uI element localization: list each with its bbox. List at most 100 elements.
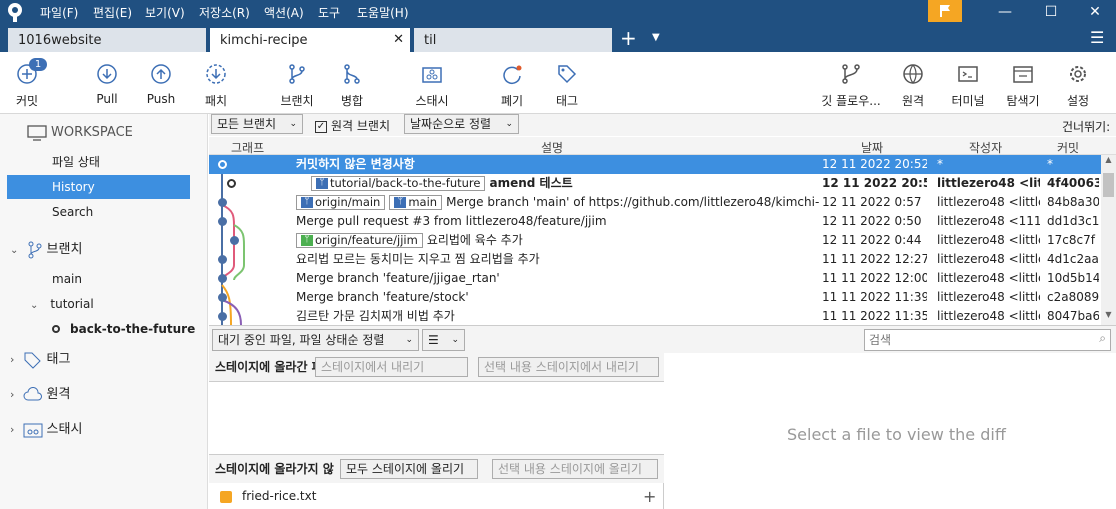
menu-actions[interactable]: 액션(A) [264,4,304,21]
stage-all-button[interactable]: 모두 스테이지에 올리기 [340,459,478,479]
new-tab-icon[interactable]: + [620,26,637,50]
tab-bar: 1016website kimchi-recipe ✕ til + ▼ ☰ [0,24,1116,52]
scroll-down-icon[interactable]: ▼ [1103,310,1114,324]
terminal-button[interactable]: 터미널 [938,62,998,109]
hamburger-menu-icon[interactable]: ☰ [1090,28,1104,47]
tag-button[interactable]: 태그 [537,62,597,109]
commit-description: ᛘ origin/feature/jjim 요리법에 육수 추가 [296,231,819,250]
unstage-button[interactable]: 스테이지에서 내리기 [315,357,468,377]
discard-button[interactable]: 폐기 [482,62,542,109]
settings-button[interactable]: 설정 [1048,62,1108,109]
sidebar-section-stashes[interactable]: › 스태시 [0,418,208,442]
col-description[interactable]: 설명 [541,139,563,156]
explorer-button[interactable]: 탐색기 [993,62,1053,109]
tab-kimchi-recipe[interactable]: kimchi-recipe ✕ [210,28,410,52]
terminal-icon [958,66,978,82]
scroll-up-icon[interactable]: ▲ [1103,155,1114,173]
commit-row[interactable]: ᛘ origin/feature/jjim 요리법에 육수 추가 12 11 2022… [209,231,1101,250]
commit-row[interactable]: ᛘ tutorial/back-to-the-future amend 테스트 12 … [209,174,1101,193]
menu-tools[interactable]: 도구 [318,4,340,21]
commit-row[interactable]: ᛘ origin/main ᛘ main Merge branch 'main' of … [209,193,1101,212]
sort-dropdown[interactable]: 날짜순으로 정렬 ⌄ [404,114,519,134]
pending-files-dropdown[interactable]: 대기 중인 파일, 파일 상태순 정렬 ⌄ [212,329,419,351]
commit-row[interactable]: 요리법 모르는 동치미는 지우고 찜 요리법을 추가 11 11 2022 12:… [209,250,1101,269]
sidebar-section-tags[interactable]: › 태그 [0,348,208,372]
branch-ref-label[interactable]: ᛘ origin/main [296,195,386,210]
fetch-label: 패치 [204,94,228,108]
tab-dropdown-icon[interactable]: ▼ [652,32,660,43]
scroll-thumb[interactable] [1103,173,1114,197]
commit-author: littlezero48 <littlez [937,290,1040,304]
stage-file-icon[interactable]: + [643,484,656,509]
flag-button[interactable] [928,0,962,22]
view-options-dropdown[interactable]: ☰ ⌄ [422,329,465,351]
sidebar-item-search[interactable]: Search [0,200,208,224]
pull-button[interactable]: Pull [77,62,137,106]
minimize-button[interactable]: — [982,0,1028,24]
history-label: History [52,180,95,194]
menu-file[interactable]: 파일(F) [40,4,78,21]
commit-label: 커밋 [15,94,39,108]
staging-panel: 스테이지에 올라간 파일 스테이지에서 내리기 선택 내용 스테이지에서 내리기… [209,353,664,509]
sidebar-item-branch-tutorial[interactable]: ⌄ tutorial [0,292,208,316]
tab-til[interactable]: til [414,28,612,52]
chevron-down-icon: ⌄ [10,245,19,256]
unstaged-file-item[interactable]: fried-rice.txt + [209,484,664,509]
commit-row[interactable]: 커밋하지 않은 변경사항 12 11 2022 20:52 * * [209,155,1101,174]
close-tab-icon[interactable]: ✕ [393,32,404,47]
stage-selected-button[interactable]: 선택 내용 스테이지에 올리기 [492,459,658,479]
stash-button[interactable]: 스태시 [402,62,462,109]
tab-1016website[interactable]: 1016website [8,28,206,52]
search-input[interactable] [865,330,1085,350]
commit-row[interactable]: Merge branch 'feature/stock' 11 11 2022 1… [209,288,1101,307]
tag-icon [558,65,577,84]
commit-button[interactable]: 커밋 1 [0,58,57,109]
sidebar-section-branches[interactable]: ⌄ 브랜치 [0,238,208,262]
sidebar-item-history[interactable]: History [7,175,190,199]
remote-branches-checkbox[interactable]: ✓ 원격 브랜치 [315,117,390,134]
commit-row[interactable]: Merge branch 'feature/jjigae_rtan' 11 11 … [209,269,1101,288]
branch-current-label: back-to-the-future [70,322,196,336]
branches-label: 브랜치 [46,242,83,257]
commit-author: littlezero48 <littlez [937,233,1040,247]
commit-node-icon [218,293,227,302]
col-date[interactable]: 날짜 [861,139,883,156]
sidebar-item-branch-current[interactable]: back-to-the-future [0,317,208,341]
close-window-button[interactable]: ✕ [1072,0,1116,24]
discard-label: 폐기 [500,94,524,108]
file-status-label: 파일 상태 [52,155,100,169]
branch-button[interactable]: 브랜치 [267,62,327,109]
push-button[interactable]: Push [131,62,191,106]
commit-row[interactable]: Merge pull request #3 from littlezero48/… [209,212,1101,231]
commit-row[interactable]: 김르탄 가문 김치찌개 비법 추가 11 11 2022 11:35 littlez… [209,307,1101,326]
menu-help[interactable]: 도움말(H) [357,4,409,21]
menu-edit[interactable]: 편집(E) [93,4,132,21]
menu-repository[interactable]: 저장소(R) [199,4,250,21]
col-author[interactable]: 작성자 [969,139,1002,156]
commit-hash: * [1047,157,1053,171]
merge-button[interactable]: 병합 [322,62,382,109]
maximize-button[interactable]: ☐ [1028,0,1074,24]
git-flow-button[interactable]: 깃 플로우... [812,62,890,109]
commit-date: 11 11 2022 12:00 [822,271,927,285]
branch-ref-label[interactable]: ᛘ origin/feature/jjim [296,233,423,248]
branch-tutorial-label: tutorial [50,297,94,311]
remote-button[interactable]: 원격 [883,62,943,109]
commit-author: * [937,157,943,171]
all-branches-dropdown[interactable]: 모든 브랜치 ⌄ [211,114,303,134]
tab-label: kimchi-recipe [220,33,308,48]
sidebar-section-remotes[interactable]: › 원격 [0,383,208,407]
git-flow-label: 깃 플로우... [821,94,881,108]
branch-ref-label[interactable]: ᛘ main [389,195,443,210]
fetch-button[interactable]: 패치 [186,62,246,109]
unstage-selected-button[interactable]: 선택 내용 스테이지에서 내리기 [478,357,659,377]
search-field-wrap: ⌕ [864,329,1111,351]
branch-ref-label[interactable]: ᛘ tutorial/back-to-the-future [311,176,486,191]
branch-ref-icon: ᛘ [316,178,328,189]
menu-view[interactable]: 보기(V) [145,4,185,21]
sidebar-item-branch-main[interactable]: main [0,267,208,291]
col-graph[interactable]: 그래프 [231,139,264,156]
history-scrollbar[interactable]: ▲ ▼ [1101,155,1116,325]
col-commit[interactable]: 커밋 [1057,139,1079,156]
sidebar-item-file-status[interactable]: 파일 상태 [0,150,208,174]
